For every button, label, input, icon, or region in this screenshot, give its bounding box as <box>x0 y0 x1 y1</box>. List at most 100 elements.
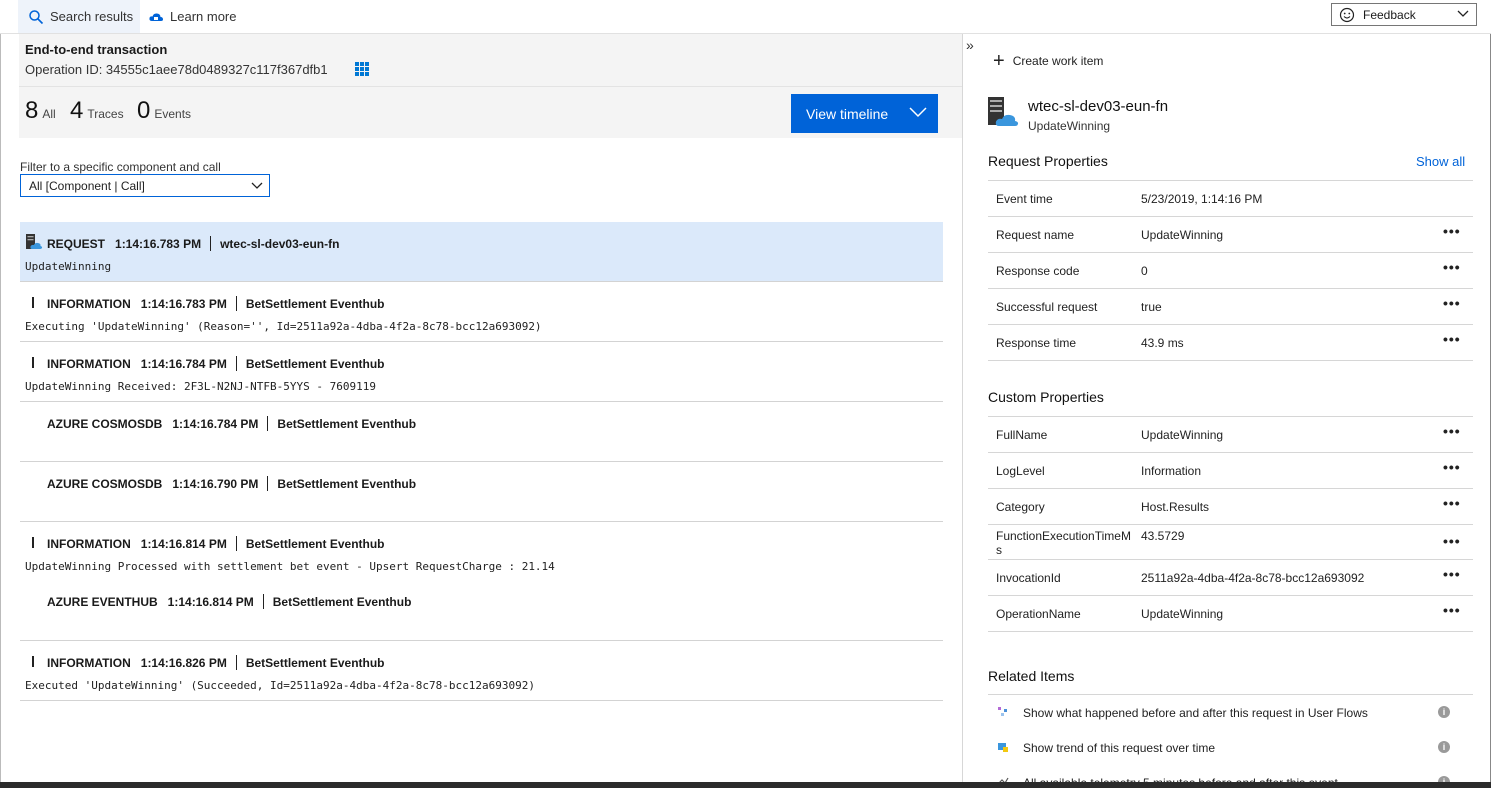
event-message: Executing 'UpdateWinning' (Reason='', Id… <box>25 320 542 333</box>
collapse-pane-button[interactable]: » <box>966 37 974 53</box>
property-row: Event time 5/23/2019, 1:14:16 PM <box>988 181 1473 217</box>
more-options-icon[interactable]: ••• <box>1443 223 1461 239</box>
more-options-icon[interactable]: ••• <box>1443 295 1461 311</box>
event-row-dependency[interactable]: AZURE COSMOSDB 1:14:16.784 PM BetSettlem… <box>20 402 943 462</box>
stat-label: All <box>42 107 56 121</box>
event-time: 1:14:16.783 PM <box>140 296 227 311</box>
stat-all[interactable]: 8 All <box>25 97 56 125</box>
property-value: UpdateWinning <box>1141 607 1224 621</box>
tab-search-results[interactable]: Search results <box>18 0 140 33</box>
show-all-link[interactable]: Show all <box>1416 154 1465 169</box>
custom-properties-title: Custom Properties <box>988 389 1104 405</box>
related-item[interactable]: Show trend of this request over time i <box>988 730 1473 765</box>
event-list: REQUEST 1:14:16.783 PM wtec-sl-dev03-eun… <box>20 222 943 701</box>
stat-count: 0 <box>137 97 151 124</box>
stat-events[interactable]: 0 Events <box>137 97 191 125</box>
event-header: AZURE COSMOSDB 1:14:16.784 PM BetSettlem… <box>47 416 416 431</box>
event-header: INFORMATION 1:14:16.784 PM BetSettlement… <box>47 356 385 371</box>
stat-traces[interactable]: 4 Traces <box>70 97 124 125</box>
event-message: UpdateWinning Received: 2F3L-N2NJ-NTFB-5… <box>25 380 376 393</box>
separator <box>235 296 237 311</box>
stat-count: 8 <box>25 97 39 124</box>
taskbar-edge <box>0 782 1491 788</box>
property-row: Successful request true ••• <box>988 289 1473 325</box>
trend-chart-icon <box>998 743 1008 752</box>
property-key: LogLevel <box>996 464 1045 478</box>
trace-icon <box>32 537 34 548</box>
chevron-down-icon <box>1457 10 1469 17</box>
more-options-icon[interactable]: ••• <box>1443 533 1461 549</box>
custom-properties-table: FullName UpdateWinning ••• LogLevel Info… <box>988 416 1473 632</box>
property-value: 2511a92a-4dba-4f2a-8c78-bcc12a693092 <box>1141 571 1365 585</box>
event-row-dependency[interactable]: AZURE COSMOSDB 1:14:16.790 PM BetSettlem… <box>20 462 943 522</box>
event-type: INFORMATION <box>47 296 131 311</box>
event-type: AZURE COSMOSDB <box>47 476 163 491</box>
property-key: FullName <box>996 428 1048 442</box>
more-options-icon[interactable]: ••• <box>1443 331 1461 347</box>
event-type: INFORMATION <box>47 536 131 551</box>
property-value: true <box>1141 300 1162 314</box>
more-options-icon[interactable]: ••• <box>1443 459 1461 475</box>
event-time: 1:14:16.783 PM <box>115 236 202 251</box>
feedback-label: Feedback <box>1363 7 1416 22</box>
property-row: Response code 0 ••• <box>988 253 1473 289</box>
property-key: Event time <box>996 192 1053 206</box>
event-source: BetSettlement Eventhub <box>245 356 385 371</box>
more-options-icon[interactable]: ••• <box>1443 423 1461 439</box>
event-header: INFORMATION 1:14:16.783 PM BetSettlement… <box>47 296 385 311</box>
event-row-trace[interactable]: INFORMATION 1:14:16.826 PM BetSettlement… <box>20 641 943 701</box>
separator <box>267 416 269 431</box>
related-item[interactable]: Show what happened before and after this… <box>988 695 1473 730</box>
more-options-icon[interactable]: ••• <box>1443 566 1461 582</box>
event-row-dependency[interactable]: AZURE EVENTHUB 1:14:16.814 PM BetSettlem… <box>20 581 943 641</box>
event-row-trace[interactable]: INFORMATION 1:14:16.784 PM BetSettlement… <box>20 342 943 402</box>
grid-view-icon[interactable] <box>355 62 369 76</box>
property-key: Category <box>996 500 1045 514</box>
property-row: FullName UpdateWinning ••• <box>988 417 1473 453</box>
top-toolbar: Search results Learn more Feedback <box>0 0 1491 34</box>
property-value: 5/23/2019, 1:14:16 PM <box>1141 192 1263 206</box>
create-work-item-button[interactable]: + Create work item <box>993 51 1103 71</box>
event-row-trace[interactable]: INFORMATION 1:14:16.783 PM BetSettlement… <box>20 282 943 342</box>
operation-id: Operation ID: 34555c1aee78d0489327c117f3… <box>25 62 328 77</box>
related-items-title: Related Items <box>988 668 1075 684</box>
related-item-label: Show what happened before and after this… <box>1023 706 1368 720</box>
more-options-icon[interactable]: ••• <box>1443 602 1461 618</box>
filter-label: Filter to a specific component and call <box>20 160 221 174</box>
details-pane: » + Create work item wtec-sl-dev03-eun-f… <box>963 34 1491 788</box>
tab-learn-more[interactable]: Learn more <box>148 0 236 33</box>
property-row: Request name UpdateWinning ••• <box>988 217 1473 253</box>
event-header: REQUEST 1:14:16.783 PM wtec-sl-dev03-eun… <box>47 236 339 251</box>
feedback-dropdown[interactable]: Feedback <box>1331 3 1477 26</box>
search-icon <box>29 9 44 24</box>
event-header: INFORMATION 1:14:16.814 PM BetSettlement… <box>47 536 385 551</box>
event-row-request[interactable]: REQUEST 1:14:16.783 PM wtec-sl-dev03-eun… <box>20 222 943 282</box>
property-key: Successful request <box>996 300 1098 314</box>
event-source: wtec-sl-dev03-eun-fn <box>220 236 340 251</box>
event-type: AZURE COSMOSDB <box>47 416 163 431</box>
transaction-pane: End-to-end transaction Operation ID: 345… <box>0 34 963 788</box>
event-time: 1:14:16.784 PM <box>140 356 227 371</box>
info-icon[interactable]: i <box>1438 741 1450 753</box>
more-options-icon[interactable]: ••• <box>1443 495 1461 511</box>
function-app-icon <box>26 234 43 249</box>
user-flows-icon <box>998 707 1007 716</box>
event-row-trace[interactable]: INFORMATION 1:14:16.814 PM BetSettlement… <box>20 522 943 582</box>
tab-search-results-label: Search results <box>50 9 134 24</box>
event-message: UpdateWinning Processed with settlement … <box>25 560 555 573</box>
event-time: 1:14:16.784 PM <box>172 416 259 431</box>
view-timeline-button[interactable]: View timeline <box>791 94 938 133</box>
event-source: BetSettlement Eventhub <box>277 416 417 431</box>
more-options-icon[interactable]: ••• <box>1443 259 1461 275</box>
property-value: 0 <box>1141 264 1148 278</box>
property-key: FunctionExecutionTimeMs <box>996 529 1131 557</box>
event-type: INFORMATION <box>47 655 131 670</box>
separator <box>235 536 237 551</box>
info-icon[interactable]: i <box>1438 706 1450 718</box>
separator <box>267 476 269 491</box>
tab-learn-more-label: Learn more <box>170 9 237 24</box>
component-filter-select[interactable]: All [Component | Call] <box>20 174 270 197</box>
function-app-icon <box>988 97 1019 126</box>
event-source: BetSettlement Eventhub <box>245 536 385 551</box>
separator <box>235 655 237 670</box>
